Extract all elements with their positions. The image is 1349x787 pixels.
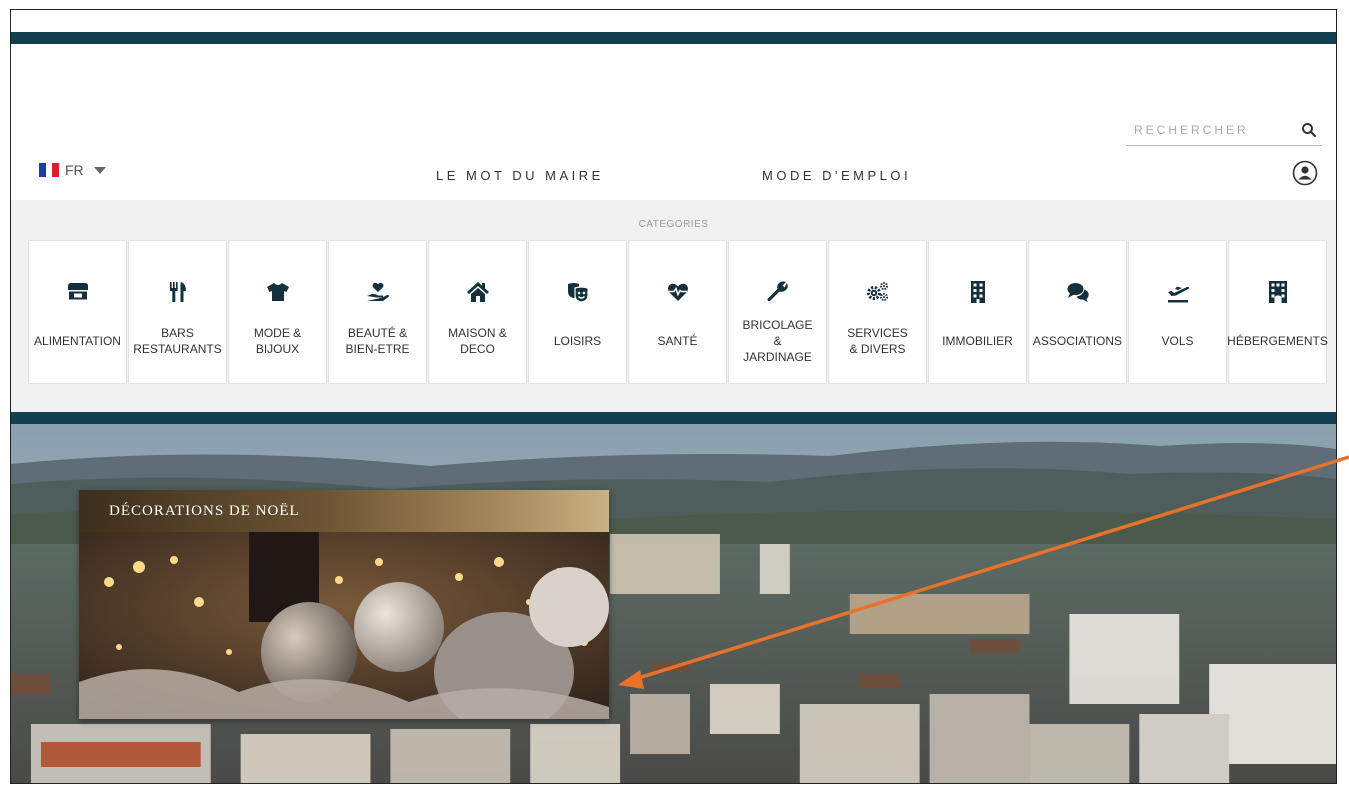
search-input[interactable] <box>1126 117 1294 143</box>
user-account-icon[interactable] <box>1292 160 1318 186</box>
category-hebergements[interactable]: HÉBERGEMENTS <box>1227 240 1328 384</box>
category-label: BRICOLAGE & JARDINAGE <box>742 318 813 364</box>
category-sante[interactable]: SANTÉ <box>628 240 727 384</box>
category-label: LOISIRS <box>553 334 602 348</box>
category-vols[interactable]: VOLS <box>1128 240 1227 384</box>
category-label: SERVICES & DIVERS <box>847 326 908 356</box>
page-frame: FR LE MOT DU MAIRE MODE D'EMPLOI CATEGOR… <box>10 9 1337 784</box>
hand-heart-icon <box>366 282 389 301</box>
house-icon <box>466 282 489 302</box>
nav-mode-d-emploi[interactable]: MODE D'EMPLOI <box>762 168 911 183</box>
wrench-icon <box>766 281 788 302</box>
category-label: VOLS <box>1161 334 1194 348</box>
category-services-divers[interactable]: SERVICES & DIVERS <box>828 240 927 384</box>
category-alimentation[interactable]: ALIMENTATION <box>28 240 127 384</box>
categories-title: CATEGORIES <box>638 219 709 230</box>
category-label: MAISON & DECO <box>448 326 507 356</box>
categories-panel: CATEGORIES ALIMENTATION BARS RESTAURANTS … <box>11 200 1336 412</box>
search-icon[interactable] <box>1300 121 1318 139</box>
caret-down-icon <box>93 166 106 174</box>
category-associations[interactable]: ASSOCIATIONS <box>1028 240 1127 384</box>
category-maison-deco[interactable]: MAISON & DECO <box>428 240 527 384</box>
category-label: HÉBERGEMENTS <box>1227 334 1328 348</box>
categories-row: ALIMENTATION BARS RESTAURANTS MODE & BIJOU… <box>28 240 1328 384</box>
christmas-ornaments-image <box>79 532 609 719</box>
heartbeat-icon <box>667 283 688 301</box>
category-beaute-bien-etre[interactable]: BEAUTÉ & BIEN-ETRE <box>328 240 427 384</box>
category-mode-bijoux[interactable]: MODE & BIJOUX <box>228 240 327 384</box>
category-bricolage-jardinage[interactable]: BRICOLAGE & JARDINAGE <box>728 240 827 384</box>
nav-le-mot-du-maire[interactable]: LE MOT DU MAIRE <box>436 168 604 183</box>
category-label: MODE & BIJOUX <box>253 326 302 356</box>
building-icon <box>970 281 985 303</box>
category-loisirs[interactable]: LOISIRS <box>528 240 627 384</box>
search-box <box>1126 117 1322 146</box>
category-bars-restaurants[interactable]: BARS RESTAURANTS <box>128 240 227 384</box>
tshirt-icon <box>266 283 289 301</box>
category-label: IMMOBILIER <box>942 334 1013 348</box>
top-accent-bar <box>11 32 1336 44</box>
category-label: BARS RESTAURANTS <box>133 326 222 356</box>
hotel-icon <box>1268 281 1287 303</box>
category-label: ALIMENTATION <box>34 334 121 348</box>
christmas-decorations-banner[interactable]: DÉCORATIONS DE NOËL <box>79 490 609 719</box>
language-selector[interactable]: FR <box>39 162 106 178</box>
language-label: FR <box>65 162 84 178</box>
category-label: ASSOCIATIONS <box>1032 334 1123 348</box>
category-label: BEAUTÉ & BIEN-ETRE <box>345 326 410 356</box>
comments-icon <box>1067 283 1089 302</box>
plane-departure-icon <box>1167 286 1189 303</box>
promo-title: DÉCORATIONS DE NOËL <box>79 490 609 532</box>
store-icon <box>67 283 88 300</box>
utensils-icon <box>169 282 186 302</box>
header-bottom-bar <box>11 412 1336 424</box>
french-flag-icon <box>39 163 60 177</box>
category-immobilier[interactable]: IMMOBILIER <box>928 240 1027 384</box>
category-label: SANTÉ <box>657 334 698 348</box>
theater-masks-icon <box>567 283 589 303</box>
gears-icon <box>866 282 888 301</box>
